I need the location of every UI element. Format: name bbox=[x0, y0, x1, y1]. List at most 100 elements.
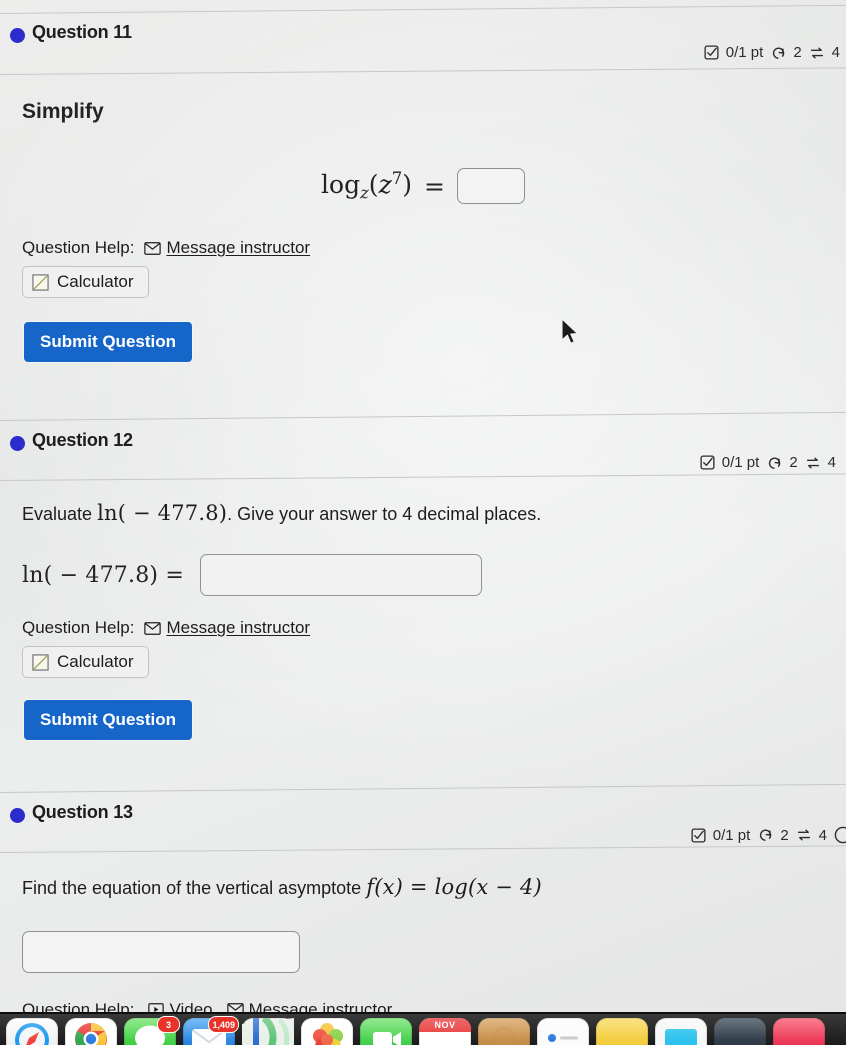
versions-count: 4 bbox=[827, 454, 836, 471]
graph-square-icon bbox=[32, 273, 49, 291]
calculator-label: Calculator bbox=[57, 272, 134, 291]
submit-question-button-q12[interactable]: Submit Question bbox=[24, 700, 192, 741]
undo-arrow-icon bbox=[757, 827, 773, 843]
message-instructor-label: Message instructor bbox=[248, 999, 393, 1012]
video-link[interactable]: Video bbox=[148, 999, 213, 1012]
prompt-math: ln( − 477.8) bbox=[97, 501, 228, 525]
prompt-prefix: Find the equation of the vertical asympt… bbox=[22, 878, 362, 899]
attempts-count: 2 bbox=[780, 826, 789, 844]
question-13-body: Find the equation of the vertical asympt… bbox=[0, 850, 846, 1012]
calculator-button-q11[interactable]: Calculator bbox=[22, 266, 149, 298]
divider-top bbox=[0, 784, 846, 794]
question-11-body: Simplify logz(z7) = Question Help: Messa… bbox=[0, 62, 846, 362]
dock-item-contacts[interactable] bbox=[478, 1018, 530, 1045]
status-dot-icon bbox=[10, 436, 25, 451]
question-12-help-row: Question Help: Message instructor bbox=[0, 618, 846, 638]
question-12-prompt: Evaluate ln( − 477.8). Give your answer … bbox=[0, 476, 846, 528]
attempts-count: 2 bbox=[793, 44, 802, 61]
question-block-11: Question 11 0/1 pt 2 4 Simplify logz(z7)… bbox=[0, 0, 846, 362]
dock-item-podcasts[interactable] bbox=[714, 1018, 766, 1045]
dock-item-mail[interactable]: 1,409 bbox=[183, 1016, 239, 1045]
points-label: 0/1 pt bbox=[725, 44, 764, 61]
question-13-answer-row bbox=[0, 930, 846, 978]
question-13-help-row: Question Help: Video Message instructor bbox=[0, 1000, 846, 1012]
envelope-icon bbox=[144, 241, 162, 255]
question-13-title: Question 13 bbox=[32, 802, 133, 823]
macos-dock[interactable]: 3 1,409 NOV bbox=[0, 1012, 846, 1045]
envelope-icon bbox=[226, 1003, 244, 1012]
undo-arrow-icon bbox=[770, 45, 786, 61]
answer-input-q12[interactable] bbox=[200, 554, 482, 597]
checkbox-checked-icon bbox=[691, 828, 706, 843]
answer-input-q13[interactable] bbox=[22, 930, 300, 973]
answer-input-q11[interactable] bbox=[456, 168, 525, 204]
undo-arrow-icon bbox=[766, 455, 782, 471]
swap-arrows-icon bbox=[805, 455, 821, 471]
dock-item-facetime[interactable] bbox=[360, 1018, 412, 1045]
dock-item-maps[interactable] bbox=[242, 1018, 294, 1045]
help-label: Question Help: bbox=[22, 618, 135, 638]
question-11-meta: 0/1 pt 2 4 bbox=[704, 44, 840, 61]
question-11-prompt: Simplify bbox=[22, 100, 104, 123]
video-label: Video bbox=[169, 999, 213, 1012]
points-label: 0/1 pt bbox=[721, 454, 760, 471]
question-block-13: Question 13 0/1 pt 2 4 Find the equation… bbox=[0, 784, 846, 1012]
dock-item-calendar[interactable]: NOV bbox=[419, 1018, 471, 1045]
question-13-prompt: Find the equation of the vertical asympt… bbox=[0, 850, 846, 902]
message-instructor-label: Message instructor bbox=[166, 618, 311, 638]
question-13-meta: 0/1 pt 2 4 bbox=[691, 826, 846, 844]
divider-top bbox=[0, 411, 846, 421]
status-dot-icon bbox=[10, 28, 25, 43]
attempts-count: 2 bbox=[789, 454, 798, 471]
dock-item-tv[interactable] bbox=[655, 1018, 707, 1045]
question-block-12: Question 12 0/1 pt 2 4 Evaluate ln(− 47… bbox=[0, 411, 846, 741]
question-12-answer-row: ln( − 477.8) = bbox=[0, 554, 846, 597]
help-label: Question Help: bbox=[22, 999, 135, 1012]
graph-square-icon bbox=[32, 654, 49, 671]
circle-icon bbox=[834, 826, 846, 844]
answer-equation-label: ln( − 477.8) = bbox=[22, 562, 184, 588]
dock-item-safari[interactable] bbox=[6, 1018, 58, 1045]
question-11-equation: logz(z7) = bbox=[0, 168, 846, 204]
dock-item-photos[interactable] bbox=[301, 1018, 353, 1045]
dock-item-music[interactable] bbox=[773, 1018, 825, 1045]
swap-arrows-icon bbox=[809, 45, 825, 61]
submit-question-button-q11[interactable]: Submit Question bbox=[24, 322, 192, 362]
status-dot-icon bbox=[10, 808, 25, 824]
dock-item-notes[interactable] bbox=[596, 1018, 648, 1045]
screen-photo: Question 11 0/1 pt 2 4 Simplify logz(z7)… bbox=[0, 0, 846, 1045]
dock-badge-messages: 3 bbox=[157, 1016, 180, 1033]
play-box-icon bbox=[148, 1003, 165, 1012]
equals-sign: = bbox=[424, 171, 445, 201]
browser-content: Question 11 0/1 pt 2 4 Simplify logz(z7)… bbox=[0, 0, 846, 1012]
dock-item-reminders[interactable] bbox=[537, 1018, 589, 1045]
checkbox-checked-icon bbox=[704, 45, 719, 60]
dock-badge-mail: 1,409 bbox=[208, 1016, 239, 1033]
swap-arrows-icon bbox=[796, 827, 812, 843]
question-11-help-row: Question Help: Message instructor bbox=[0, 238, 846, 258]
message-instructor-link[interactable]: Message instructor bbox=[144, 618, 310, 638]
calculator-button-q12[interactable]: Calculator bbox=[22, 646, 149, 679]
equation-expression: logz(z7) bbox=[321, 169, 412, 203]
question-13-header: Question 13 0/1 pt 2 4 bbox=[0, 784, 846, 854]
dock-item-chrome[interactable] bbox=[65, 1018, 117, 1045]
prompt-math: f(x) = log(x − 4) bbox=[366, 875, 542, 900]
question-12-title: Question 12 bbox=[32, 430, 133, 450]
prompt-suffix: . Give your answer to 4 decimal places. bbox=[227, 504, 542, 524]
checkbox-checked-icon bbox=[700, 455, 715, 470]
divider-top bbox=[0, 4, 846, 14]
message-instructor-label: Message instructor bbox=[166, 238, 311, 257]
prompt-prefix: Evaluate bbox=[22, 504, 93, 524]
message-instructor-link[interactable]: Message instructor bbox=[226, 999, 393, 1012]
calculator-label: Calculator bbox=[57, 652, 134, 672]
question-11-header: Question 11 0/1 pt 2 4 bbox=[0, 0, 846, 75]
question-11-title: Question 11 bbox=[32, 22, 132, 42]
question-12-meta: 0/1 pt 2 4 bbox=[700, 454, 836, 471]
help-label: Question Help: bbox=[22, 238, 135, 257]
question-12-body: Evaluate ln( − 477.8). Give your answer … bbox=[0, 476, 846, 741]
envelope-icon bbox=[144, 622, 162, 635]
versions-count: 4 bbox=[818, 826, 827, 844]
dock-item-messages[interactable]: 3 bbox=[124, 1016, 180, 1045]
message-instructor-link[interactable]: Message instructor bbox=[144, 238, 310, 258]
points-label: 0/1 pt bbox=[712, 826, 751, 844]
